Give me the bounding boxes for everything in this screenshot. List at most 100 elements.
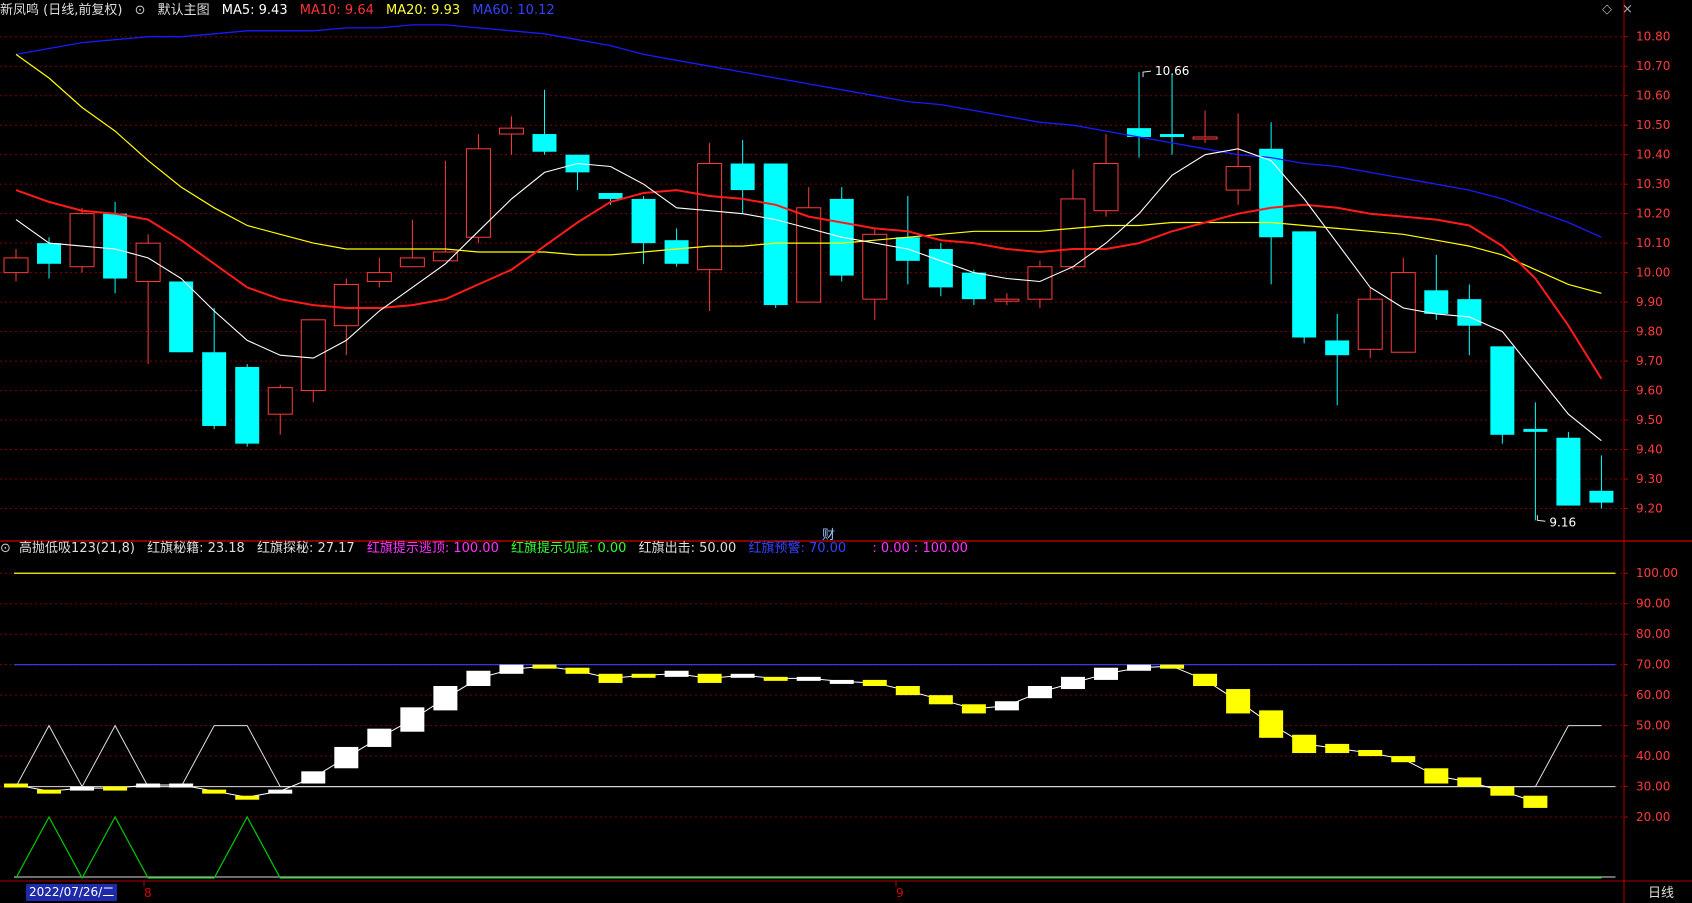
candle-body-down xyxy=(1523,428,1548,432)
main-indicator-name[interactable]: 默认主图 xyxy=(158,3,210,18)
candle-body-down xyxy=(235,366,260,444)
rising-block xyxy=(499,664,524,674)
rising-block xyxy=(730,673,755,678)
falling-block xyxy=(532,664,557,669)
candle-body-up xyxy=(399,257,425,268)
candle-body-down xyxy=(1589,490,1614,503)
sub-indicator-name[interactable]: 高抛低吸123(21,8) xyxy=(19,541,135,556)
candle-body-up xyxy=(1093,163,1119,212)
main-tick-label: 9.50 xyxy=(1636,413,1663,427)
rising-block xyxy=(994,701,1019,711)
candle-body-up xyxy=(1390,272,1416,353)
main-tick-label: 9.80 xyxy=(1636,325,1663,339)
period-label[interactable]: 日线 xyxy=(1648,882,1674,901)
candle-body-up xyxy=(366,272,392,282)
month-label-9: 9 xyxy=(896,886,904,900)
candle-body-up xyxy=(69,213,95,268)
candle xyxy=(1556,431,1581,506)
close-icon[interactable]: × xyxy=(1622,2,1633,17)
candle-body-down xyxy=(202,352,227,426)
falling-block xyxy=(763,676,788,681)
finance-marker[interactable]: 财 xyxy=(822,524,835,543)
candle xyxy=(829,187,854,282)
sub-tick-label: 80.00 xyxy=(1636,627,1670,641)
rising-block xyxy=(1127,664,1152,671)
diamond-icon[interactable]: ◇ xyxy=(1602,2,1612,17)
candle-body-down xyxy=(532,134,557,152)
falling-block xyxy=(1490,786,1515,796)
candle-body-down xyxy=(598,193,623,199)
rising-block xyxy=(466,670,491,686)
main-tick-label: 9.20 xyxy=(1636,502,1663,516)
candle-body-up xyxy=(498,127,524,135)
candle-body-up xyxy=(3,257,29,274)
candle-body-down xyxy=(1325,340,1350,356)
main-tick-label: 9.70 xyxy=(1636,354,1663,368)
chevron-down-icon[interactable]: ⊙ xyxy=(0,541,11,556)
candle-body-down xyxy=(1424,290,1449,314)
background xyxy=(0,0,1692,903)
falling-block xyxy=(37,789,62,794)
candle-body-up xyxy=(1192,136,1218,140)
sub-tick-label: 40.00 xyxy=(1636,749,1670,763)
cursor-date: 2022/07/26/二 xyxy=(26,884,118,901)
sub-tick-label: 70.00 xyxy=(1636,658,1670,672)
high-price-label: 10.66 xyxy=(1155,64,1189,78)
falling-block xyxy=(1292,734,1317,754)
main-tick-label: 10.40 xyxy=(1636,148,1670,162)
main-tick-label: 10.30 xyxy=(1636,177,1670,191)
falling-block xyxy=(961,704,986,714)
candle-body-up xyxy=(1027,266,1053,300)
sub-tick-label: 60.00 xyxy=(1636,688,1670,702)
candle xyxy=(300,319,326,403)
candle-body-up xyxy=(1060,198,1086,268)
chart-canvas[interactable]: 10.80 10.70 10.60 10.50 10.40 10.30 10.20 10.10… xyxy=(0,0,1692,903)
falling-block xyxy=(235,795,260,800)
candle-body-up xyxy=(994,298,1020,302)
candle xyxy=(69,207,95,273)
candle-body-up xyxy=(300,319,326,392)
main-tick-label: 10.00 xyxy=(1636,266,1670,280)
main-tick-label: 9.40 xyxy=(1636,443,1663,457)
candle-body-down xyxy=(169,281,194,353)
explore-value: 红旗探秘: 27.17 xyxy=(256,541,355,556)
main-tick-label: 10.70 xyxy=(1636,59,1670,73)
falling-block xyxy=(1193,673,1218,686)
rising-block xyxy=(1060,676,1085,690)
sub-tick-label: 20.00 xyxy=(1636,810,1670,824)
chevron-down-icon[interactable]: ⊙ xyxy=(135,3,146,18)
rising-block xyxy=(400,707,425,732)
candle-body-down xyxy=(103,213,128,279)
extra-value: : 0.00 : 100.00 xyxy=(872,541,968,556)
rising-block xyxy=(334,746,359,769)
candle-body-down xyxy=(1160,134,1185,137)
candle xyxy=(465,134,491,244)
stock-title[interactable]: 新凤鸣 (日线,前复权) xyxy=(0,3,122,18)
candle-body-down xyxy=(1556,437,1581,506)
candle-body-up xyxy=(465,148,491,238)
falling-block xyxy=(697,673,722,683)
candle-body-up xyxy=(135,242,161,282)
sub-tick-label: 30.00 xyxy=(1636,780,1670,794)
candle-body-up xyxy=(267,387,293,415)
bottom-hint-value: 红旗提示见底: 0.00 xyxy=(510,541,627,556)
main-tick-label: 10.50 xyxy=(1636,118,1670,132)
low-price-label: 9.16 xyxy=(1549,515,1576,529)
candle-body-up xyxy=(1225,165,1251,191)
main-chart-header: 新凤鸣 (日线,前复权) ⊙ 默认主图 MA5: 9.43 MA10: 9.64… xyxy=(0,1,563,21)
main-tick-label: 10.60 xyxy=(1636,89,1670,103)
falling-block xyxy=(1523,795,1548,808)
candle-body-down xyxy=(730,163,755,191)
falling-block xyxy=(1391,756,1416,763)
falling-block xyxy=(1160,664,1185,669)
secret-value: 红旗秘籍: 23.18 xyxy=(147,541,245,556)
candle-body-up xyxy=(333,283,359,327)
candle-body-down xyxy=(1292,231,1317,338)
month-label-8: 8 xyxy=(144,886,152,900)
candle-body-up xyxy=(432,251,458,262)
sub-tick-label: 100.00 xyxy=(1636,566,1678,580)
falling-block xyxy=(631,673,656,678)
falling-block xyxy=(862,679,887,686)
falling-block xyxy=(928,695,953,705)
exit-value: 红旗出击: 50.00 xyxy=(638,541,737,556)
